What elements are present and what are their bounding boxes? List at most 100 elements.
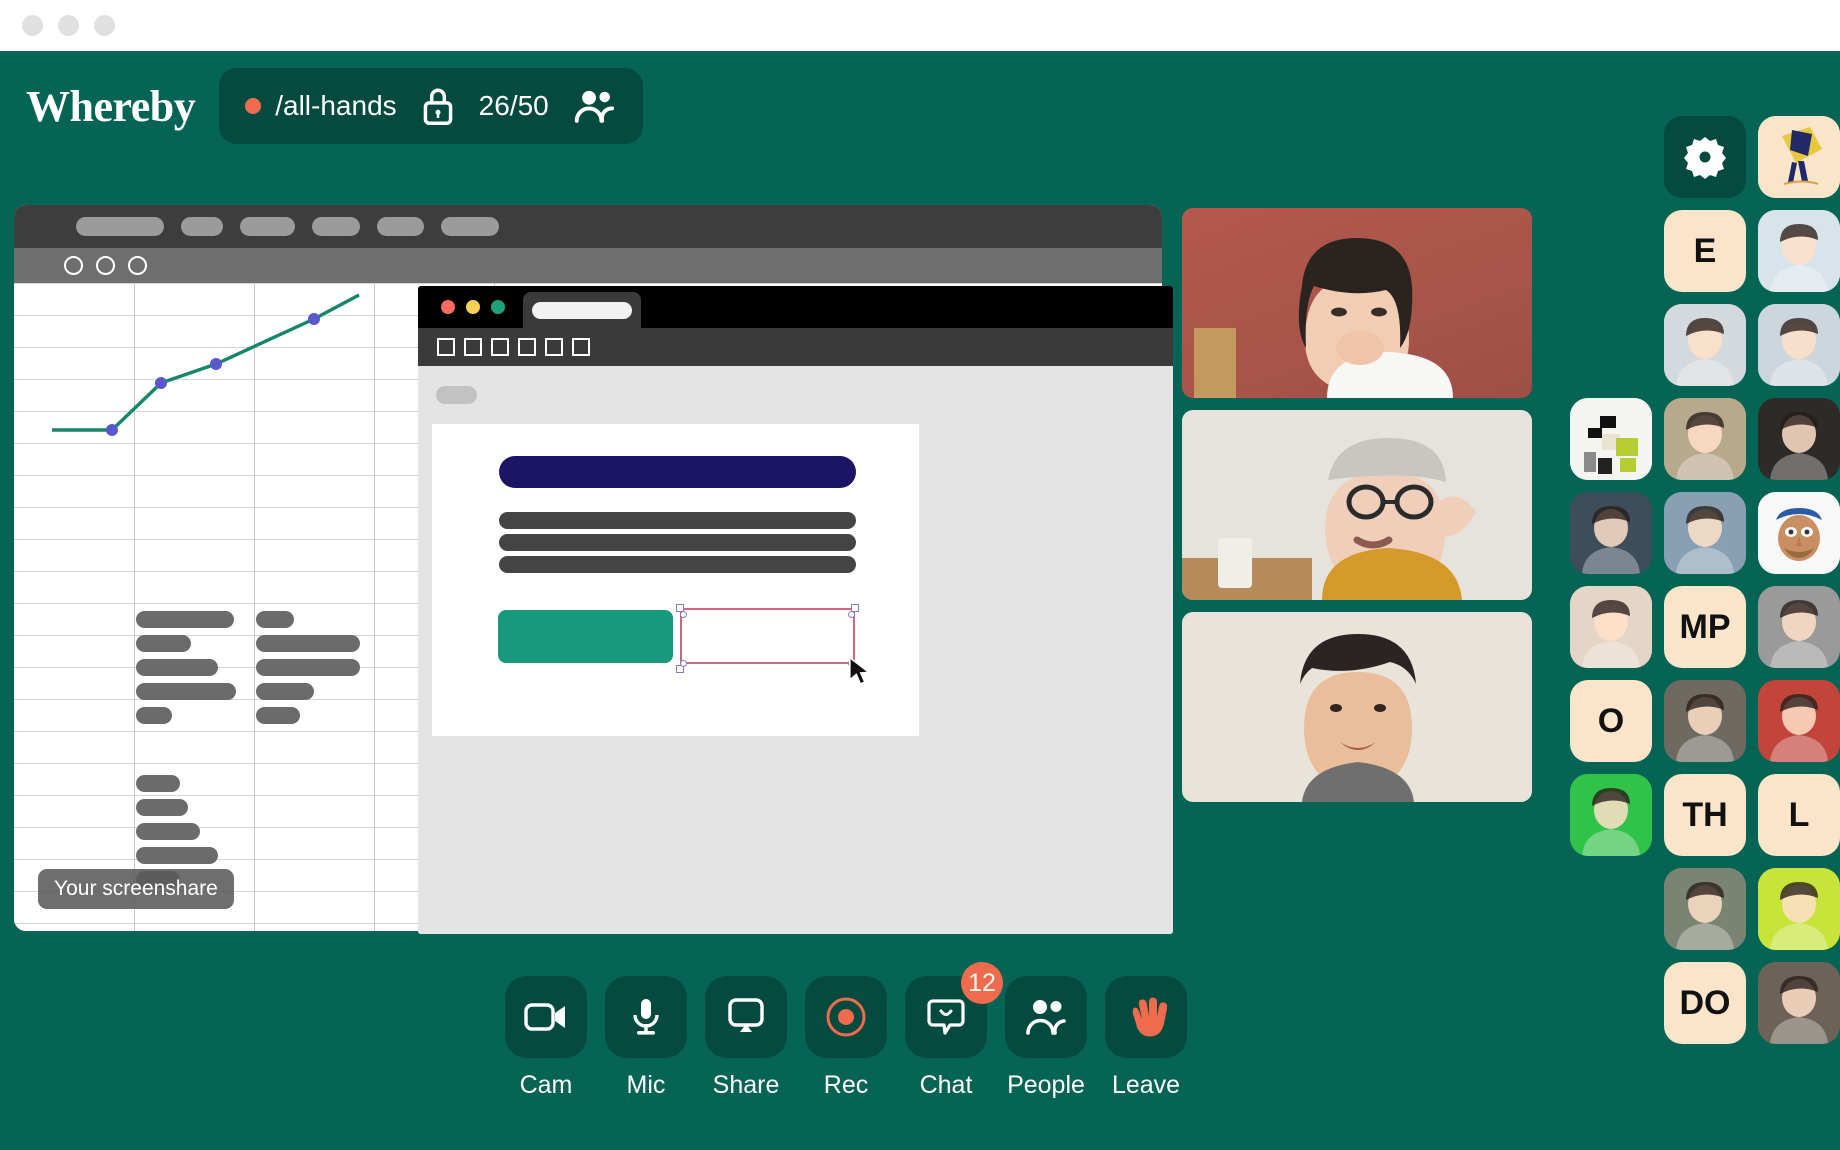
avatar-photo-11[interactable] (1664, 680, 1746, 762)
toolbar-pill[interactable] (240, 217, 295, 236)
rec-label: Rec (823, 1071, 869, 1099)
avatar-initial-l[interactable]: L (1758, 774, 1840, 856)
avatar-photo-6[interactable] (1758, 398, 1840, 480)
room-info-pill[interactable]: /all-hands 26/50 (219, 68, 643, 144)
leave-control[interactable]: Leave (1105, 976, 1187, 1100)
toolbar-pill[interactable] (76, 217, 164, 236)
avatar-grid-row: O (1320, 680, 1840, 762)
lock-icon[interactable] (419, 84, 457, 128)
people-control[interactable]: People (1005, 976, 1087, 1100)
toolbar-pill[interactable] (377, 217, 424, 236)
cell-bar (136, 611, 234, 628)
toolbar-square-icon[interactable] (464, 338, 482, 356)
people-icon[interactable] (571, 86, 617, 126)
cell-bar (136, 683, 236, 700)
toolbar-pill[interactable] (181, 217, 223, 236)
avatar-photo-5[interactable] (1664, 398, 1746, 480)
cam-label: Cam (519, 1071, 573, 1099)
share-control[interactable]: Share (705, 976, 787, 1100)
chat-icon (927, 999, 965, 1035)
share-button[interactable] (705, 976, 787, 1058)
avatar-grid-row (1320, 492, 1840, 574)
settings-button[interactable] (1664, 116, 1746, 198)
avatar-photo-7[interactable] (1570, 492, 1652, 574)
app-header: Whereby /all-hands 26/50 (0, 51, 1100, 161)
toolbar-square-icon[interactable] (572, 338, 590, 356)
toolbar-square-icon[interactable] (491, 338, 509, 356)
avatar-photo-8[interactable] (1664, 492, 1746, 574)
chat-control[interactable]: 12 Chat (905, 962, 1003, 1100)
chat-unread-badge: 12 (961, 962, 1003, 1004)
window-close-icon[interactable] (441, 300, 455, 314)
mic-button[interactable] (605, 976, 687, 1058)
room-name: /all-hands (275, 90, 397, 121)
toolbar-pill[interactable] (312, 217, 360, 236)
avatar-photo-9[interactable] (1570, 586, 1652, 668)
avatar-photo-2[interactable] (1758, 210, 1840, 292)
avatar-grid-row: MP (1320, 586, 1840, 668)
chat-button[interactable]: 12 (905, 962, 1003, 1058)
screenshare-label: Your screenshare (38, 869, 234, 909)
slide-selected-shape[interactable] (680, 608, 855, 664)
window-minimize-icon[interactable] (466, 300, 480, 314)
slide-text-line[interactable] (499, 512, 856, 529)
slide-text-line[interactable] (499, 556, 856, 573)
selection-handle[interactable] (848, 611, 855, 618)
slide-image-block[interactable] (498, 610, 673, 663)
screenshare-region[interactable]: Your screenshare (14, 205, 1173, 934)
toolbar-pill[interactable] (441, 217, 499, 236)
rec-control[interactable]: Rec (805, 976, 887, 1100)
chat-label: Chat (919, 1071, 973, 1099)
screen-icon (728, 998, 764, 1032)
cell-bar (136, 659, 218, 676)
avatar-initial-mp[interactable]: MP (1664, 586, 1746, 668)
slide-title-block[interactable] (499, 456, 856, 488)
rec-button[interactable] (805, 976, 887, 1058)
avatar-photo-3[interactable] (1664, 304, 1746, 386)
window-close-dot[interactable] (22, 15, 43, 36)
avatar-memoji[interactable] (1758, 492, 1840, 574)
window-maximize-dot[interactable] (94, 15, 115, 36)
document-tab-pill[interactable] (436, 386, 477, 404)
mic-control[interactable]: Mic (605, 976, 687, 1100)
toolbar-square-icon[interactable] (437, 338, 455, 356)
selection-handle[interactable] (680, 611, 687, 618)
window-close-icon[interactable] (64, 256, 83, 275)
avatar-initial-do[interactable]: DO (1664, 962, 1746, 1044)
window-maximize-icon[interactable] (128, 256, 147, 275)
avatar-initial-o[interactable]: O (1570, 680, 1652, 762)
avatar-grid-row (1320, 398, 1840, 480)
avatar-photo-4[interactable] (1758, 304, 1840, 386)
slide-canvas[interactable] (432, 424, 919, 736)
avatar-illustration[interactable] (1758, 116, 1840, 198)
avatar-initial-th[interactable]: TH (1664, 774, 1746, 856)
cell-bar (256, 611, 294, 628)
selection-handle[interactable] (680, 660, 687, 667)
avatar-initial-e[interactable]: E (1664, 210, 1746, 292)
slide-text-line[interactable] (499, 534, 856, 551)
leave-button[interactable] (1105, 976, 1187, 1058)
toolbar-square-icon[interactable] (518, 338, 536, 356)
browser-tab[interactable] (523, 292, 641, 328)
avatar-photo-14[interactable] (1664, 868, 1746, 950)
cell-bar (256, 707, 300, 724)
avatar-photo-13[interactable] (1570, 774, 1652, 856)
toolbar-square-icon[interactable] (545, 338, 563, 356)
gear-icon (1684, 137, 1726, 179)
window-maximize-icon[interactable] (491, 300, 505, 314)
cell-bar (136, 707, 172, 724)
avatar-photo-15[interactable] (1758, 868, 1840, 950)
browser-window[interactable] (418, 286, 1173, 934)
browser-toolbar (418, 328, 1173, 366)
people-label: People (1007, 1071, 1085, 1099)
window-minimize-dot[interactable] (58, 15, 79, 36)
cell-bar (136, 799, 188, 816)
avatar-pixel-art[interactable] (1570, 398, 1652, 480)
avatar-photo-10[interactable] (1758, 586, 1840, 668)
cam-button[interactable] (505, 976, 587, 1058)
avatar-photo-12[interactable] (1758, 680, 1840, 762)
people-button[interactable] (1005, 976, 1087, 1058)
cam-control[interactable]: Cam (505, 976, 587, 1100)
window-minimize-icon[interactable] (96, 256, 115, 275)
avatar-photo-16[interactable] (1758, 962, 1840, 1044)
